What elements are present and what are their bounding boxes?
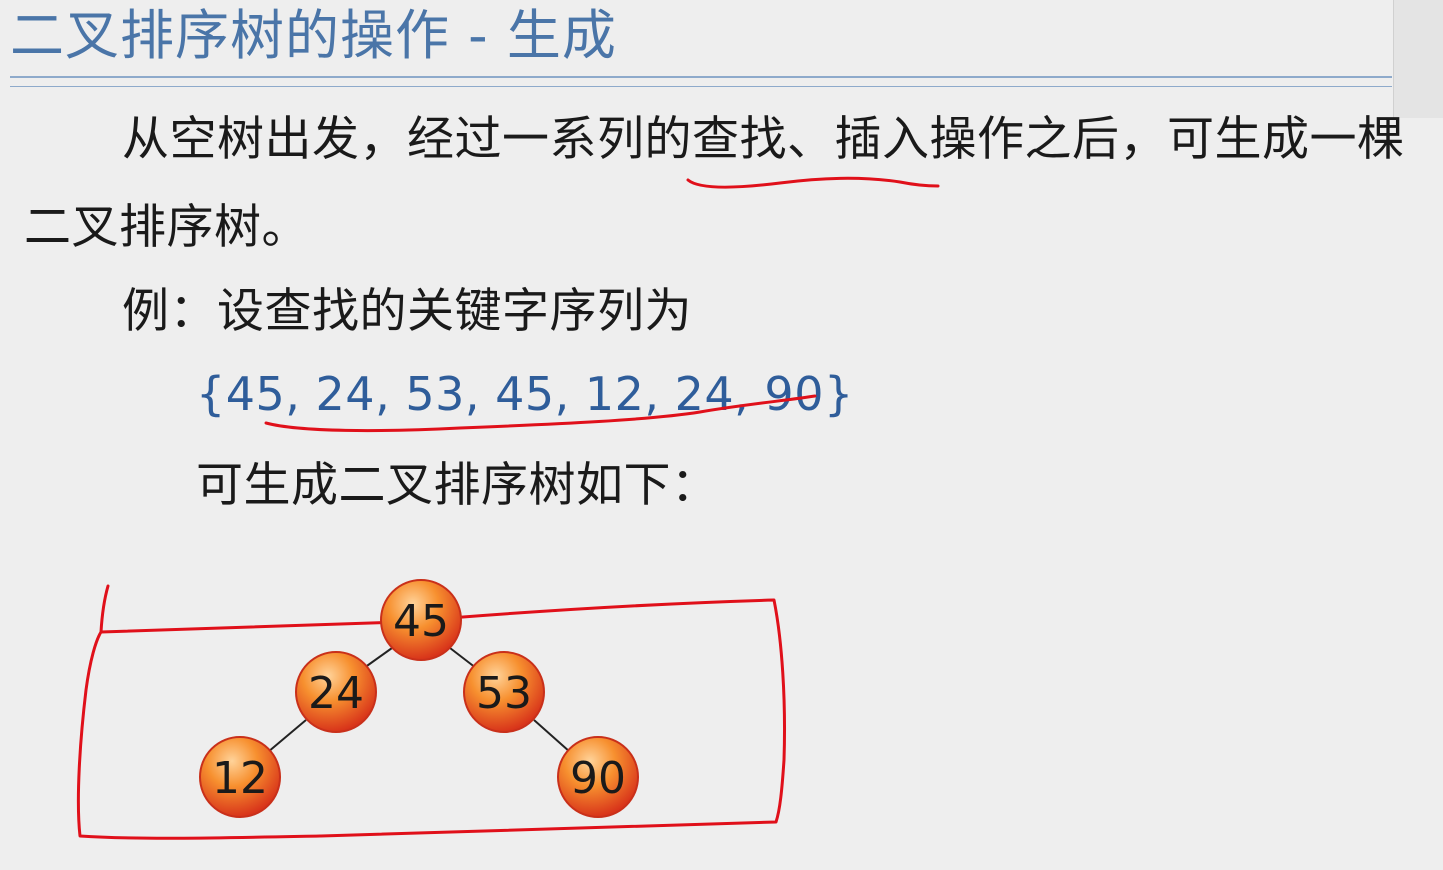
node-label-45: 45 [393,596,449,647]
edge-45-53 [449,647,477,669]
tree-node-24: 24 [295,651,377,733]
key-sequence: {45, 24, 53, 45, 12, 24, 90} [196,367,854,421]
title-divider-thin [10,86,1392,87]
node-label-12: 12 [212,753,268,804]
tree-enclosure-box [76,584,787,840]
node-label-90: 90 [570,753,626,804]
edge-53-90 [533,719,571,753]
tree-edges [267,647,571,753]
node-label-24: 24 [308,668,364,719]
paragraph-line-2: 二叉排序树。 [24,200,309,255]
node-label-53: 53 [476,668,532,719]
paragraph-line-1: 从空树出发，经过一系列的查找、插入操作之后，可生成一棵 [122,112,1405,167]
slide-page: 二叉排序树的操作 - 生成 从空树出发，经过一系列的查找、插入操作之后，可生成一… [0,0,1443,870]
edge-45-24 [363,647,393,669]
tree-node-12: 12 [199,736,281,818]
vertical-scrollbar[interactable] [1393,0,1443,118]
example-intro: 例：设查找的关键字序列为 [122,284,692,339]
title-divider [10,76,1392,78]
tree-node-45: 45 [380,579,462,661]
result-intro: 可生成二叉排序树如下： [196,458,719,513]
slide-title: 二叉排序树的操作 - 生成 [10,4,617,67]
tree-node-53: 53 [463,651,545,733]
tree-node-90: 90 [557,736,639,818]
underline-search-insert [686,176,940,189]
edge-24-12 [267,719,307,753]
